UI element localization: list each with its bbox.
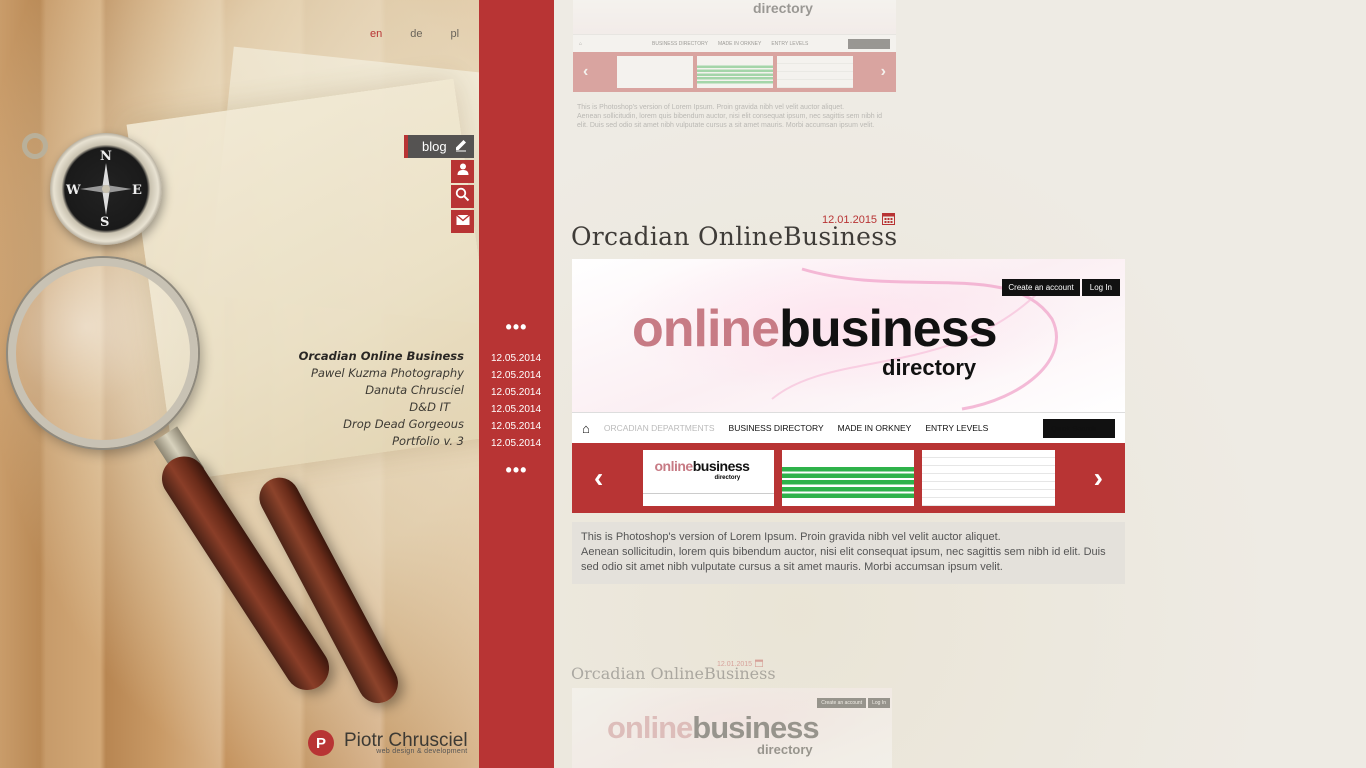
next-logo-business: business [692, 710, 819, 745]
thumb-logo-online: online [654, 458, 694, 474]
blog-label: blog [422, 139, 447, 154]
left-panel: N E S W en de pl blog Orcadian Online Bu… [0, 0, 479, 768]
carousel-thumb [616, 56, 693, 88]
post-date[interactable]: 12.05.2014 [491, 401, 541, 418]
post-date[interactable]: 12.05.2014 [491, 384, 541, 401]
description-line: This is Photoshop's version of Lorem Ips… [581, 531, 1001, 543]
prev-logo-directory: directory [753, 0, 813, 16]
screenshot-logo: onlinebusiness [632, 299, 998, 359]
next-logo: onlinebusiness [607, 710, 820, 746]
logo-directory: directory [882, 355, 977, 380]
carousel-thumb[interactable]: onlinebusiness directory [642, 450, 774, 506]
prev-desc-line: Aenean sollicitudin, lorem quis bibendum… [577, 113, 883, 120]
screenshot-menu-item: MADE IN ORKNEY [837, 423, 912, 433]
mail-icon [455, 213, 470, 231]
about-button[interactable] [451, 160, 474, 183]
screenshot-menu-item: ORCADIAN DEPARTMENTS [603, 423, 715, 433]
next-login: Log In [868, 698, 890, 708]
next-article-screenshot: Create an account Log In onlinebusiness … [572, 688, 892, 768]
magnifier-decoration [8, 258, 198, 448]
post-date[interactable]: 12.05.2014 [491, 350, 541, 367]
more-posts-down-button[interactable]: ••• [479, 461, 554, 479]
article-description: This is Photoshop's version of Lorem Ips… [572, 522, 1125, 584]
icon-nav: blog [404, 135, 476, 233]
carousel-thumb[interactable] [781, 450, 914, 506]
carousel-thumb [696, 56, 773, 88]
brand-name: Piotr Chrusciel [344, 729, 468, 751]
chevron-right-icon: › [880, 63, 886, 80]
screenshot-menu-item: ENTRY LEVELS [925, 423, 989, 433]
post-link-portfolio[interactable]: Portfolio v. 3 [299, 433, 464, 450]
next-account-buttons: Create an account Log In [817, 698, 890, 708]
post-link-orcadian[interactable]: Orcadian Online Business [299, 348, 464, 365]
create-account-label: Create an account [1002, 279, 1080, 296]
search-icon [455, 187, 470, 207]
next-create-account: Create an account [817, 698, 867, 708]
article-screenshot[interactable]: Create an account Log In onlinebusiness … [572, 259, 1125, 513]
chevron-left-icon: ‹ [583, 63, 589, 80]
timeline-bar: ••• 12.05.2014 12.05.2014 12.05.2014 12.… [479, 0, 554, 768]
lang-de-link[interactable]: de [410, 28, 422, 40]
post-dates: 12.05.2014 12.05.2014 12.05.2014 12.05.2… [491, 350, 541, 452]
post-list: Orcadian Online Business Pawel Kuzma Pho… [299, 348, 464, 450]
post-link-danuta[interactable]: Danuta Chrusciel [299, 382, 464, 399]
language-switch: en de pl [370, 28, 459, 40]
carousel-prev-button[interactable]: ‹ [594, 462, 603, 494]
prev-desc-line: elit. Duis sed odio sit amet nibh vulput… [577, 122, 875, 129]
home-icon: ⌂ [579, 40, 583, 47]
post-date[interactable]: 12.05.2014 [491, 367, 541, 384]
chevron-left-icon: ‹ [594, 462, 604, 493]
carousel-next-button[interactable]: › [1094, 462, 1103, 494]
previous-article-screenshot: directory ⌂ BUSINESS DIRECTORY MADE IN O… [573, 0, 896, 92]
thumb-logo-business: business [692, 458, 750, 474]
compass-decoration: N E S W [50, 133, 162, 245]
chevron-right-icon: › [1093, 462, 1103, 493]
next-article-title[interactable]: Orcadian OnlineBusiness [571, 664, 776, 683]
previous-article-description: This is Photoshop's version of Lorem Ips… [577, 103, 892, 130]
brand-logo: P [308, 730, 334, 756]
logo-online: online [632, 300, 780, 358]
search-button[interactable] [451, 185, 474, 208]
screenshot-carousel: ‹ onlinebusiness directory › [572, 443, 1125, 513]
home-icon: ⌂ [582, 420, 590, 436]
post-link-pawel-kuzma[interactable]: Pawel Kuzma Photography [299, 365, 464, 382]
next-logo-online: online [607, 710, 693, 745]
main-content: directory ⌂ BUSINESS DIRECTORY MADE IN O… [554, 0, 1366, 768]
lang-en-link[interactable]: en [370, 28, 382, 40]
thumb-logo-directory: directory [714, 475, 741, 481]
pencil-icon [454, 138, 468, 155]
login-label: Log In [1081, 279, 1120, 296]
description-line: Aenean sollicitudin, lorem quis bibendum… [581, 546, 1106, 573]
blog-button[interactable]: blog [404, 135, 474, 158]
prev-desc-line: This is Photoshop's version of Lorem Ips… [577, 104, 845, 111]
user-icon [456, 162, 470, 181]
brand[interactable]: P Piotr Chrusciel web design & developme… [308, 730, 468, 756]
screenshot-quick-search: Quick Search [1043, 418, 1115, 438]
prev-quick-search: Quick Search [847, 38, 890, 49]
more-posts-up-button[interactable]: ••• [479, 318, 554, 336]
prev-menu-item: MADE IN ORKNEY [717, 40, 762, 47]
article-title[interactable]: Orcadian OnlineBusiness [571, 222, 898, 251]
compass-ring-decoration [22, 133, 48, 159]
carousel-thumb [776, 56, 853, 88]
thumb-menu [642, 493, 774, 498]
lang-pl-link[interactable]: pl [451, 28, 460, 40]
post-link-dd-it[interactable]: D&D IT [299, 399, 464, 416]
next-logo-directory: directory [757, 742, 813, 757]
post-date[interactable]: 12.05.2014 [491, 435, 541, 452]
prev-menu-item: BUSINESS DIRECTORY [652, 40, 708, 47]
screenshot-menu-item: BUSINESS DIRECTORY [728, 423, 824, 433]
logo-business: business [779, 300, 997, 358]
post-link-drop-dead[interactable]: Drop Dead Gorgeous [299, 416, 464, 433]
carousel-thumb[interactable] [921, 450, 1055, 506]
thumb-logo: onlinebusiness [655, 458, 750, 474]
post-date[interactable]: 12.05.2014 [491, 418, 541, 435]
prev-menu-item: ENTRY LEVELS [771, 40, 809, 47]
screenshot-account-buttons: Create an account Log In [1002, 279, 1120, 296]
contact-button[interactable] [451, 210, 474, 233]
